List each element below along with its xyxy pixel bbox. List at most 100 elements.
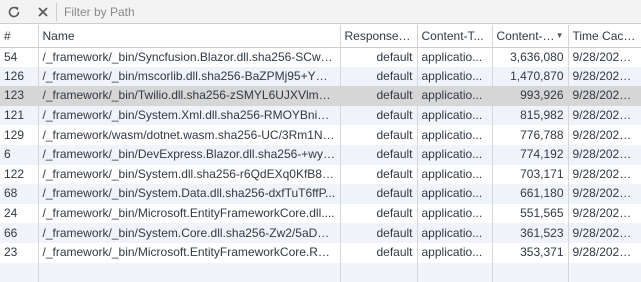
cell-response-type <box>340 262 418 282</box>
table-header: # Name Response-... Content-T... Content-L..… <box>0 25 641 48</box>
refresh-icon <box>8 6 20 18</box>
cell-response-type: default <box>340 203 418 224</box>
clear-button[interactable] <box>33 2 53 22</box>
cell-response-type: default <box>340 144 418 165</box>
cell-response-type: default <box>340 66 418 87</box>
col-response-type-header[interactable]: Response-... <box>340 25 418 48</box>
cell-content-type: applicatio... <box>417 223 493 243</box>
cell-content-length: 776,788 <box>492 125 569 145</box>
cell-time-cached: 9/28/2020,... <box>568 105 641 126</box>
cell-time-cached: 9/28/2020,... <box>568 223 641 243</box>
cell-time-cached: 9/28/2020,... <box>568 164 641 185</box>
cell-time-cached: 9/28/2020,... <box>568 203 641 224</box>
cell-number: 123 <box>0 86 39 106</box>
table-row[interactable]: 123/_framework/_bin/Twilio.dll.sha256-zS… <box>0 86 641 106</box>
cell-content-type <box>417 262 493 282</box>
cell-number: 23 <box>0 242 39 263</box>
cell-content-type: applicatio... <box>417 203 493 224</box>
col-time-cached-header[interactable]: Time Cach... <box>568 25 641 48</box>
cell-name: /_framework/_bin/System.Data.dll.sha256-… <box>38 184 341 204</box>
cell-content-length: 353,371 <box>492 242 569 263</box>
cell-content-type: applicatio... <box>417 242 493 263</box>
cell-name: /_framework/_bin/Syncfusion.Blazor.dll.s… <box>38 47 341 67</box>
close-icon <box>38 7 48 17</box>
cell-name: /_framework/wasm/dotnet.wasm.sha256-UC/3… <box>38 125 341 145</box>
table-row[interactable]: 6/_framework/_bin/DevExpress.Blazor.dll.… <box>0 144 641 165</box>
cell-response-type: default <box>340 184 418 204</box>
cell-number <box>0 262 39 282</box>
cell-number: 129 <box>0 125 39 145</box>
cell-time-cached: 9/28/2020,... <box>568 125 641 145</box>
col-name-header[interactable]: Name <box>38 25 341 48</box>
cell-name <box>38 262 341 282</box>
cell-name: /_framework/_bin/mscorlib.dll.sha256-BaZ… <box>38 66 341 87</box>
cell-time-cached: 9/28/2020,... <box>568 47 641 67</box>
table-row[interactable]: 122/_framework/_bin/System.dll.sha256-r6… <box>0 164 641 185</box>
cell-time-cached: 9/28/2020,... <box>568 66 641 87</box>
column-label: Time Cach... <box>572 28 637 43</box>
column-label: # <box>4 28 11 43</box>
cell-name: /_framework/_bin/DevExpress.Blazor.dll.s… <box>38 144 341 165</box>
col-content-type-header[interactable]: Content-T... <box>417 25 493 48</box>
table-row[interactable]: 54/_framework/_bin/Syncfusion.Blazor.dll… <box>0 47 641 67</box>
cell-content-type: applicatio... <box>417 47 493 67</box>
table-row[interactable]: 126/_framework/_bin/mscorlib.dll.sha256-… <box>0 66 641 87</box>
cell-time-cached: 9/28/2020,... <box>568 86 641 106</box>
toolbar-separator <box>56 3 57 21</box>
cell-content-type: applicatio... <box>417 164 493 185</box>
cell-content-type: applicatio... <box>417 105 493 126</box>
cell-response-type: default <box>340 164 418 185</box>
cell-name: /_framework/_bin/System.Core.dll.sha256-… <box>38 223 341 243</box>
cell-number: 54 <box>0 47 39 67</box>
cell-response-type: default <box>340 125 418 145</box>
table-row[interactable]: 66/_framework/_bin/System.Core.dll.sha25… <box>0 223 641 243</box>
cell-number: 126 <box>0 66 39 87</box>
table-row[interactable]: 68/_framework/_bin/System.Data.dll.sha25… <box>0 184 641 204</box>
cell-number: 122 <box>0 164 39 185</box>
refresh-button[interactable] <box>4 2 24 22</box>
col-content-length-header[interactable]: Content-L... ▼ <box>492 25 569 48</box>
cell-time-cached: 9/28/2020,... <box>568 144 641 165</box>
cell-content-type: applicatio... <box>417 144 493 165</box>
cell-response-type: default <box>340 47 418 67</box>
cell-content-length: 661,180 <box>492 184 569 204</box>
cell-content-type: applicatio... <box>417 184 493 204</box>
cell-time-cached: 9/28/2020,... <box>568 184 641 204</box>
cell-response-type: default <box>340 86 418 106</box>
column-label: Name <box>42 28 75 43</box>
cell-response-type: default <box>340 223 418 243</box>
cell-content-type: applicatio... <box>417 125 493 145</box>
cell-number: 6 <box>0 144 39 165</box>
cache-table: # Name Response-... Content-T... Content-L..… <box>0 25 641 282</box>
toolbar <box>0 0 641 24</box>
col-number-header[interactable]: # <box>0 25 39 48</box>
cell-time-cached <box>568 262 641 282</box>
cell-name: /_framework/_bin/Microsoft.EntityFramewo… <box>38 203 341 224</box>
cell-name: /_framework/_bin/System.dll.sha256-r6QdE… <box>38 164 341 185</box>
cell-content-length: 1,470,870 <box>492 66 569 87</box>
cell-content-length: 361,523 <box>492 223 569 243</box>
cell-number: 121 <box>0 105 39 126</box>
cell-content-length: 551,565 <box>492 203 569 224</box>
column-label: Content-L... <box>496 28 555 43</box>
cell-content-length: 3,636,080 <box>492 47 569 67</box>
filter-input[interactable] <box>60 3 368 21</box>
cell-number: 68 <box>0 184 39 204</box>
cell-time-cached: 9/28/2020,... <box>568 242 641 263</box>
table-row[interactable] <box>0 262 641 282</box>
table-row[interactable]: 23/_framework/_bin/Microsoft.EntityFrame… <box>0 242 641 263</box>
column-label: Response-... <box>344 28 413 43</box>
cell-content-length <box>492 262 569 282</box>
cell-response-type: default <box>340 242 418 263</box>
cell-number: 66 <box>0 223 39 243</box>
column-label: Content-T... <box>421 28 484 43</box>
table-row[interactable]: 121/_framework/_bin/System.Xml.dll.sha25… <box>0 105 641 126</box>
table-row[interactable]: 129/_framework/wasm/dotnet.wasm.sha256-U… <box>0 125 641 145</box>
cell-content-type: applicatio... <box>417 66 493 87</box>
table-row[interactable]: 24/_framework/_bin/Microsoft.EntityFrame… <box>0 203 641 224</box>
cell-content-length: 703,171 <box>492 164 569 185</box>
cell-content-type: applicatio... <box>417 86 493 106</box>
cell-number: 24 <box>0 203 39 224</box>
cell-name: /_framework/_bin/Twilio.dll.sha256-zSMYL… <box>38 86 341 106</box>
table-body: 54/_framework/_bin/Syncfusion.Blazor.dll… <box>0 47 641 282</box>
